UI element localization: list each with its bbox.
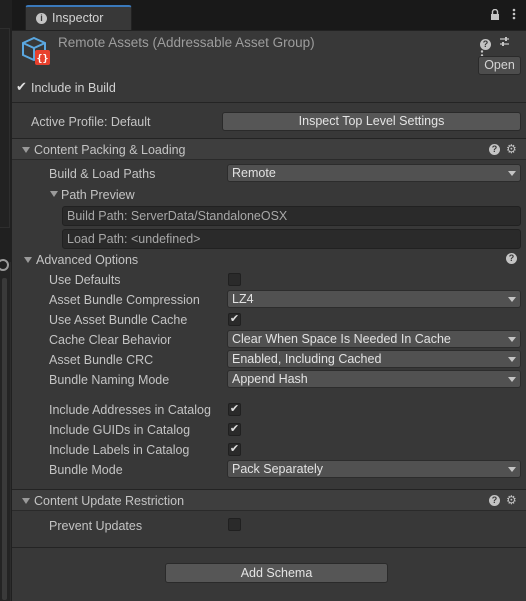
naming-label: Bundle Naming Mode — [49, 373, 170, 387]
dropdown-value: Remote — [232, 166, 276, 180]
include-in-build-label: Include in Build — [31, 81, 116, 95]
inspect-top-level-settings-button[interactable]: Inspect Top Level Settings — [222, 112, 521, 131]
dropdown-value: LZ4 — [232, 292, 254, 306]
section-title: Content Update Restriction — [34, 494, 185, 508]
section-title: Content Packing & Loading — [34, 143, 186, 157]
chevron-down-icon — [508, 297, 516, 302]
include-addresses-checkbox[interactable]: ✔ — [228, 403, 241, 416]
naming-dropdown[interactable]: Append Hash — [227, 370, 521, 388]
info-icon: i — [36, 13, 47, 24]
use-cache-label: Use Asset Bundle Cache — [49, 313, 188, 327]
tab-inspector[interactable]: i Inspector — [25, 5, 132, 31]
build-path-field: Build Path: ServerData/StandaloneOSX — [62, 206, 521, 226]
path-preview-label: Path Preview — [61, 188, 135, 202]
advanced-options-arrow-icon[interactable] — [24, 257, 32, 263]
use-cache-checkbox[interactable]: ✔ — [228, 313, 241, 326]
dropdown-value: Clear When Space Is Needed In Cache — [232, 332, 451, 346]
tab-label: Inspector — [52, 11, 104, 25]
asset-title: Remote Assets (Addressable Asset Group) — [58, 35, 315, 50]
help-icon[interactable]: ? — [489, 495, 500, 506]
advanced-options-label: Advanced Options — [36, 253, 139, 267]
gear-icon[interactable]: ⚙ — [506, 494, 517, 506]
include-labels-checkbox[interactable]: ✔ — [228, 443, 241, 456]
gear-icon[interactable]: ⚙ — [506, 143, 517, 155]
chevron-down-icon — [508, 377, 516, 382]
prevent-updates-label: Prevent Updates — [49, 519, 143, 533]
chevron-down-icon — [508, 171, 516, 176]
chevron-down-icon — [508, 357, 516, 362]
adjacent-panel-frame — [0, 28, 10, 228]
addressable-group-icon: {} — [21, 36, 51, 66]
include-guids-checkbox[interactable]: ✔ — [228, 423, 241, 436]
collapse-arrow-icon[interactable] — [22, 498, 30, 504]
include-addresses-label: Include Addresses in Catalog — [49, 403, 211, 417]
help-icon[interactable]: ? — [489, 144, 500, 155]
include-guids-label: Include GUIDs in Catalog — [49, 423, 191, 437]
open-button[interactable]: Open — [478, 56, 521, 75]
help-icon[interactable]: ? — [480, 39, 491, 50]
cache-clear-dropdown[interactable]: Clear When Space Is Needed In Cache — [227, 330, 521, 348]
prevent-updates-checkbox[interactable] — [228, 518, 241, 531]
include-in-build-checkbox[interactable]: ✔ — [15, 80, 28, 94]
adjacent-scrollbar-thumb[interactable] — [2, 278, 7, 600]
dropdown-value: Append Hash — [232, 372, 308, 386]
chevron-down-icon — [508, 467, 516, 472]
tab-actions — [481, 8, 516, 23]
use-defaults-label: Use Defaults — [49, 273, 121, 287]
content-packing-section-header[interactable]: Content Packing & Loading ? ⚙ — [12, 138, 526, 160]
bundle-mode-dropdown[interactable]: Pack Separately — [227, 460, 521, 478]
chevron-down-icon — [508, 337, 516, 342]
tab-bar: i Inspector — [12, 0, 526, 31]
divider — [12, 547, 526, 548]
dropdown-value: Pack Separately — [232, 462, 324, 476]
cache-clear-label: Cache Clear Behavior — [49, 333, 172, 347]
svg-text:{}: {} — [36, 54, 48, 65]
include-labels-label: Include Labels in Catalog — [49, 443, 190, 457]
build-load-paths-dropdown[interactable]: Remote — [227, 164, 521, 182]
help-icon[interactable]: ? — [506, 253, 517, 264]
crc-dropdown[interactable]: Enabled, Including Cached — [227, 350, 521, 368]
active-profile-label: Active Profile: Default — [31, 115, 151, 129]
load-path-field: Load Path: <undefined> — [62, 229, 521, 249]
preset-icon[interactable] — [499, 36, 510, 50]
use-defaults-checkbox[interactable] — [228, 273, 241, 286]
path-preview-arrow-icon[interactable] — [50, 191, 58, 197]
compression-label: Asset Bundle Compression — [49, 293, 200, 307]
add-schema-button[interactable]: Add Schema — [165, 563, 388, 583]
dropdown-value: Enabled, Including Cached — [232, 352, 382, 366]
content-update-section-header[interactable]: Content Update Restriction ? ⚙ — [12, 489, 526, 511]
lock-icon[interactable] — [490, 8, 503, 23]
collapse-arrow-icon[interactable] — [22, 147, 30, 153]
divider — [12, 102, 526, 103]
crc-label: Asset Bundle CRC — [49, 353, 154, 367]
compression-dropdown[interactable]: LZ4 — [227, 290, 521, 308]
bundle-mode-label: Bundle Mode — [49, 463, 123, 477]
build-load-paths-label: Build & Load Paths — [49, 167, 156, 181]
adjacent-panel-edge — [0, 0, 12, 601]
kebab-menu-icon[interactable] — [512, 8, 516, 23]
